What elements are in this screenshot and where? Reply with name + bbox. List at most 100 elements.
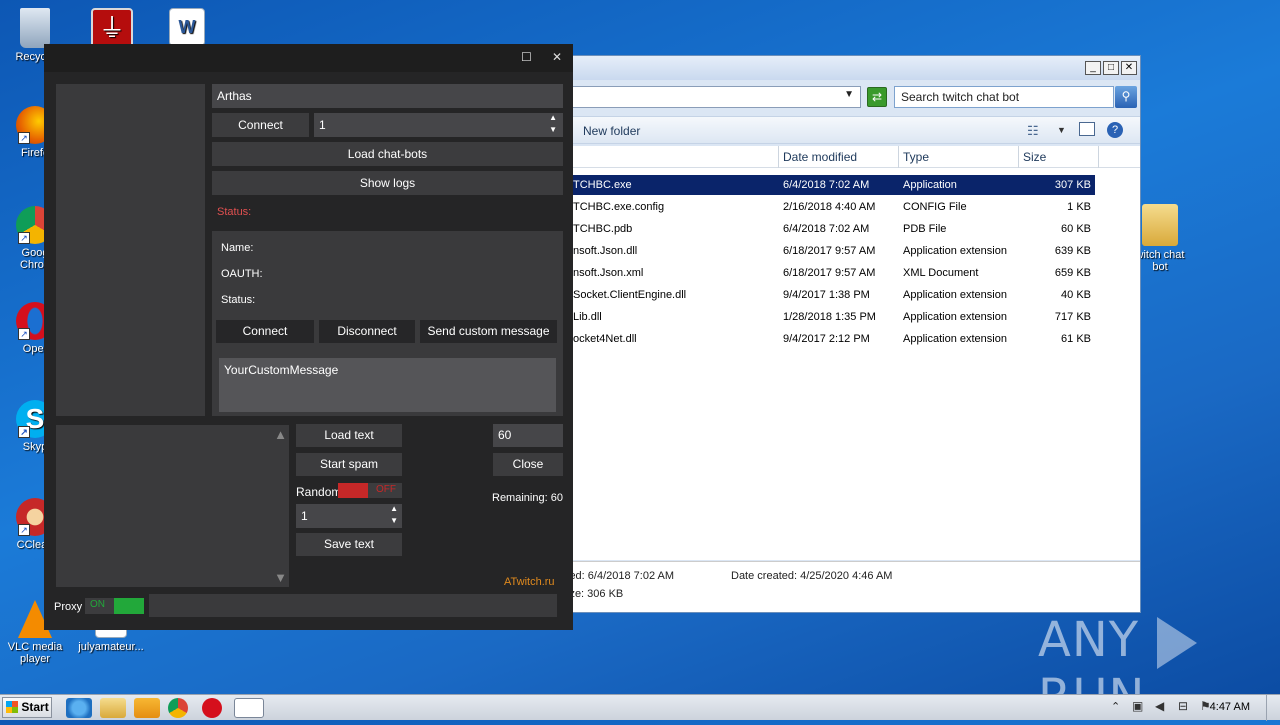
remaining-counter: Remaining: 60 bbox=[492, 492, 563, 504]
file-row[interactable]: Socket.ClientEngine.dll 9/4/2017 1:38 PM… bbox=[569, 285, 1095, 305]
watermark-left-text: ANY bbox=[1038, 612, 1140, 668]
minimize-button[interactable]: _ bbox=[1085, 61, 1101, 75]
clock[interactable]: 4:47 AM bbox=[1208, 701, 1250, 713]
taskbar: Start ⌃ ▣ ◀ ⊟ ⚑ 4:47 AM bbox=[0, 694, 1280, 721]
custom-message-textarea[interactable]: YourCustomMessage bbox=[219, 358, 556, 412]
file-size: 60 KB bbox=[1061, 223, 1091, 235]
file-date: 6/18/2017 9:57 AM bbox=[783, 245, 876, 257]
network-status-icon[interactable]: ⊟ bbox=[1178, 699, 1188, 713]
name-label: Name: bbox=[221, 242, 254, 254]
opera-icon[interactable] bbox=[202, 698, 222, 718]
word-document-icon: W bbox=[169, 8, 205, 46]
save-text-button[interactable]: Save text bbox=[296, 533, 402, 556]
refresh-icon[interactable]: ⇄ bbox=[867, 87, 887, 107]
file-type: Application extension bbox=[903, 289, 1007, 301]
file-row[interactable]: nsoft.Json.dll 6/18/2017 9:57 AM Applica… bbox=[569, 241, 1095, 261]
shortcut-arrow-icon: ↗ bbox=[18, 328, 30, 340]
details-created: Date created: 4/25/2020 4:46 AM bbox=[731, 570, 893, 582]
file-name: TCHBC.exe bbox=[573, 179, 632, 191]
file-date: 9/4/2017 2:12 PM bbox=[783, 333, 870, 345]
random-toggle[interactable]: OFF bbox=[338, 483, 402, 498]
view-options-icon[interactable]: ☷ bbox=[1027, 123, 1039, 139]
spam-text-area[interactable]: ▲ ▼ bbox=[56, 425, 289, 587]
close-button[interactable]: ✕ bbox=[1121, 61, 1137, 75]
close-icon[interactable]: ✕ bbox=[552, 50, 562, 64]
shortcut-arrow-icon: ↗ bbox=[18, 132, 30, 144]
scroll-down-icon[interactable]: ▼ bbox=[274, 570, 287, 585]
proxy-label: Proxy bbox=[54, 601, 83, 613]
column-type[interactable]: Type bbox=[903, 150, 929, 164]
file-row[interactable]: ocket4Net.dll 9/4/2017 2:12 PM Applicati… bbox=[569, 329, 1095, 349]
network-icon[interactable]: ▣ bbox=[1132, 699, 1143, 713]
new-folder-button[interactable]: New folder bbox=[583, 124, 640, 138]
bot-list-panel[interactable] bbox=[56, 84, 205, 416]
spam-count-stepper[interactable]: 1 ▲ ▼ bbox=[296, 504, 402, 528]
search-input[interactable]: Search twitch chat bot bbox=[894, 86, 1114, 108]
file-row[interactable]: Lib.dll 1/28/2018 1:35 PM Application ex… bbox=[569, 307, 1095, 327]
media-player-icon[interactable] bbox=[134, 698, 160, 718]
toggle-knob bbox=[114, 598, 144, 614]
load-chat-bots-button[interactable]: Load chat-bots bbox=[212, 142, 563, 166]
volume-icon[interactable]: ◀ bbox=[1155, 699, 1164, 713]
username-input[interactable]: Arthas bbox=[212, 84, 563, 108]
file-size: 659 KB bbox=[1054, 267, 1091, 279]
atwitch-link[interactable]: ATwitch.ru bbox=[504, 576, 555, 588]
file-type: Application extension bbox=[903, 311, 1007, 323]
file-row[interactable]: TCHBC.pdb 6/4/2018 7:02 AM PDB File 60 K… bbox=[569, 219, 1095, 239]
load-text-button[interactable]: Load text bbox=[296, 424, 402, 447]
show-logs-button[interactable]: Show logs bbox=[212, 171, 563, 195]
scroll-up-icon[interactable]: ▲ bbox=[274, 427, 287, 442]
disconnect-button[interactable]: Disconnect bbox=[319, 320, 415, 343]
stepper-down-icon[interactable]: ▼ bbox=[390, 509, 398, 533]
help-icon[interactable]: ? bbox=[1107, 122, 1123, 138]
shortcut-arrow-icon: ↗ bbox=[18, 524, 30, 536]
proxy-toggle[interactable]: ON bbox=[85, 598, 144, 614]
desktop-icon-label: VLC media player bbox=[7, 641, 63, 665]
column-date-modified[interactable]: Date modified bbox=[783, 150, 857, 164]
start-button[interactable]: Start bbox=[2, 697, 52, 718]
status-label: Status: bbox=[217, 206, 252, 218]
chrome-icon[interactable] bbox=[168, 698, 188, 718]
file-row[interactable]: nsoft.Json.xml 6/18/2017 9:57 AM XML Doc… bbox=[569, 263, 1095, 283]
proxy-input[interactable] bbox=[149, 594, 557, 617]
chevron-down-icon[interactable]: ▼ bbox=[844, 89, 854, 100]
column-separator bbox=[1018, 146, 1019, 168]
maximize-icon[interactable]: ☐ bbox=[521, 50, 532, 64]
column-separator bbox=[898, 146, 899, 168]
show-desktop-button[interactable] bbox=[1266, 695, 1280, 721]
file-name: ocket4Net.dll bbox=[573, 333, 637, 345]
spam-count-value: 1 bbox=[301, 509, 308, 523]
count-stepper[interactable]: 1 ▲ ▼ bbox=[314, 113, 563, 137]
search-icon[interactable]: ⚲ bbox=[1115, 86, 1137, 108]
file-row[interactable]: TCHBC.exe.config 2/16/2018 4:40 AM CONFI… bbox=[569, 197, 1095, 217]
anyrun-watermark: ANY RUN bbox=[1038, 612, 1280, 725]
file-date: 1/28/2018 1:35 PM bbox=[783, 311, 876, 323]
address-bar[interactable]: ▼ bbox=[561, 86, 861, 108]
delay-input[interactable]: 60 bbox=[493, 424, 563, 447]
file-size: 307 KB bbox=[1054, 179, 1091, 191]
connect-button[interactable]: Connect bbox=[212, 113, 309, 137]
file-size: 40 KB bbox=[1061, 289, 1091, 301]
start-spam-button[interactable]: Start spam bbox=[296, 453, 402, 476]
close-button[interactable]: Close bbox=[493, 453, 563, 476]
chevron-down-icon[interactable]: ▼ bbox=[1057, 125, 1066, 135]
stepper-down-icon[interactable]: ▼ bbox=[549, 118, 557, 142]
connect-bot-button[interactable]: Connect bbox=[216, 320, 314, 343]
file-row[interactable]: TCHBC.exe 6/4/2018 7:02 AM Application 3… bbox=[569, 175, 1095, 195]
show-hidden-icons-icon[interactable]: ⌃ bbox=[1111, 700, 1120, 713]
file-type: Application extension bbox=[903, 245, 1007, 257]
file-type: Application extension bbox=[903, 333, 1007, 345]
desktop-icon-word[interactable]: W bbox=[152, 8, 222, 49]
shortcut-arrow-icon: ↗ bbox=[18, 426, 30, 438]
file-size: 61 KB bbox=[1061, 333, 1091, 345]
maximize-button[interactable]: □ bbox=[1103, 61, 1119, 75]
internet-explorer-icon[interactable] bbox=[66, 698, 92, 718]
file-explorer-icon[interactable] bbox=[100, 698, 126, 718]
chatbot-taskbar-button[interactable] bbox=[234, 698, 264, 718]
column-separator bbox=[1098, 146, 1099, 168]
explorer-window: _ □ ✕ ▼ ⇄ Search twitch chat bot ⚲ New f… bbox=[560, 55, 1141, 613]
preview-pane-icon[interactable] bbox=[1079, 122, 1095, 136]
send-custom-message-button[interactable]: Send custom message bbox=[420, 320, 557, 343]
column-size[interactable]: Size bbox=[1023, 150, 1046, 164]
file-size: 1 KB bbox=[1067, 201, 1091, 213]
